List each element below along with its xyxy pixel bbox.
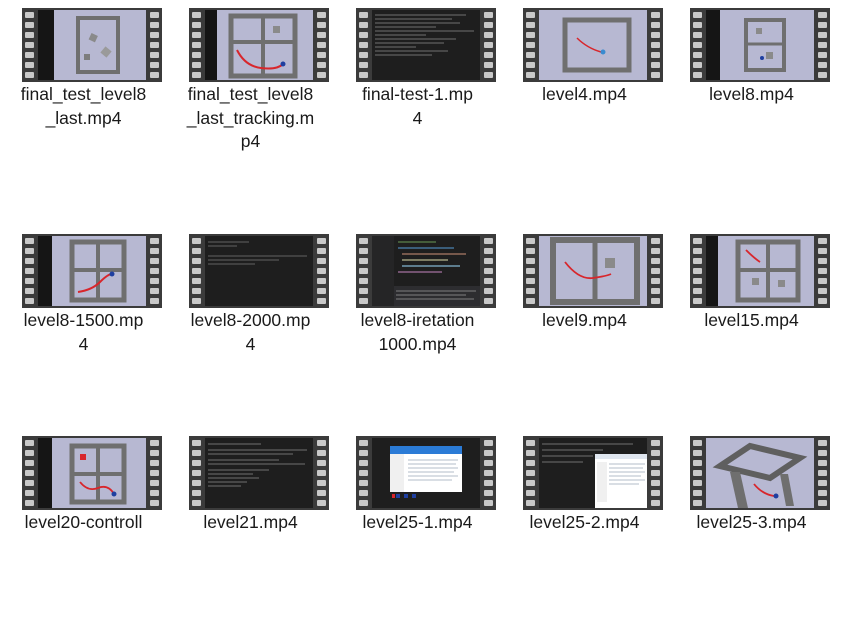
file-item-level21[interactable]: level21.mp4 [167,428,334,628]
code-editor-thumbnail [356,234,496,308]
file-name-line: final_test_level8 [20,84,147,104]
maze-tracking-thumbnail [22,234,162,308]
file-name-line: level25-2.mp4 [529,512,640,532]
file-name-line: level15.mp4 [704,310,799,330]
file-name-label: final-test-1.mp 4 [334,83,501,130]
file-item-level25-2[interactable]: level25-2.mp4 [501,428,668,628]
file-name-line: level25-3.mp4 [696,512,807,532]
file-name-line: _last.mp4 [45,107,122,128]
file-item-level25-1[interactable]: level25-1.mp4 [334,428,501,628]
file-name-label: level25-3.mp4 [668,511,835,535]
file-name-label: level21.mp4 [167,511,334,535]
terminal-thumbnail [189,436,329,510]
3d-maze-thumbnail [690,436,830,510]
terminal-thumbnail [356,8,496,82]
file-item-level8[interactable]: level8.mp4 [668,0,835,200]
file-name-line: level8.mp4 [709,84,794,104]
file-name-line: 4 [245,333,256,354]
file-name-label: final_test_level8 _last.mp4 [0,83,167,130]
file-name-line: level8-2000.mp [190,310,311,330]
file-name-line: level4.mp4 [542,84,627,104]
file-item-level8-iretation1000[interactable]: level8-iretation 1000.mp4 [334,226,501,426]
file-name-line: _last_tracking.m [186,107,315,128]
file-name-label: final_test_level8 _last_tracking.m p4 [167,83,334,154]
file-name-line: p4 [240,131,261,151]
file-name-line: level8-iretation [360,310,475,330]
file-name-line: final-test-1.mp [362,84,473,104]
file-name-label: level8-2000.mp 4 [167,309,334,356]
file-name-line: final_test_level8 [187,84,314,104]
file-name-line: level8-1500.mp [23,310,144,330]
maze-tracking-thumbnail [523,234,663,308]
file-name-line: level20-controll [24,512,143,532]
file-name-label: level25-2.mp4 [501,511,668,535]
maze-sim-thumbnail [690,8,830,82]
file-item-final-test-level8-last[interactable]: final_test_level8 _last.mp4 [0,0,167,200]
file-item-level25-3[interactable]: level25-3.mp4 [668,428,835,628]
file-item-level8-1500[interactable]: level8-1500.mp 4 [0,226,167,426]
file-name-label: level25-1.mp4 [334,511,501,535]
maze-sim-thumbnail [22,8,162,82]
file-item-final-test-1[interactable]: final-test-1.mp 4 [334,0,501,200]
file-name-label: level9.mp4 [501,309,668,333]
file-name-label: level8-iretation 1000.mp4 [334,309,501,356]
maze-tracking-thumbnail [189,8,329,82]
file-item-final-test-level8-last-tracking[interactable]: final_test_level8 _last_tracking.m p4 [167,0,334,200]
file-name-line: 4 [78,333,89,354]
file-name-line: 4 [412,107,423,128]
file-name-line: level9.mp4 [542,310,627,330]
file-name-label: level8.mp4 [668,83,835,107]
file-item-level20-controll[interactable]: level20-controll [0,428,167,628]
maze-tracking-thumbnail [22,436,162,510]
file-item-level9[interactable]: level9.mp4 [501,226,668,426]
maze-sim-thumbnail [523,8,663,82]
file-item-level4[interactable]: level4.mp4 [501,0,668,200]
file-name-label: level8-1500.mp 4 [0,309,167,356]
file-name-label: level15.mp4 [668,309,835,333]
file-grid: final_test_level8 _last.mp4 final_test_l… [0,0,856,541]
file-name-label: level4.mp4 [501,83,668,107]
file-manager-thumbnail [356,436,496,510]
terminal-thumbnail [189,234,329,308]
file-manager-terminal-thumbnail [523,436,663,510]
file-item-level8-2000[interactable]: level8-2000.mp 4 [167,226,334,426]
file-name-line: level21.mp4 [203,512,298,532]
file-name-label: level20-controll [0,511,167,535]
file-item-level15[interactable]: level15.mp4 [668,226,835,426]
file-name-line: 1000.mp4 [378,333,457,354]
file-name-line: level25-1.mp4 [362,512,473,532]
maze-tracking-thumbnail [690,234,830,308]
